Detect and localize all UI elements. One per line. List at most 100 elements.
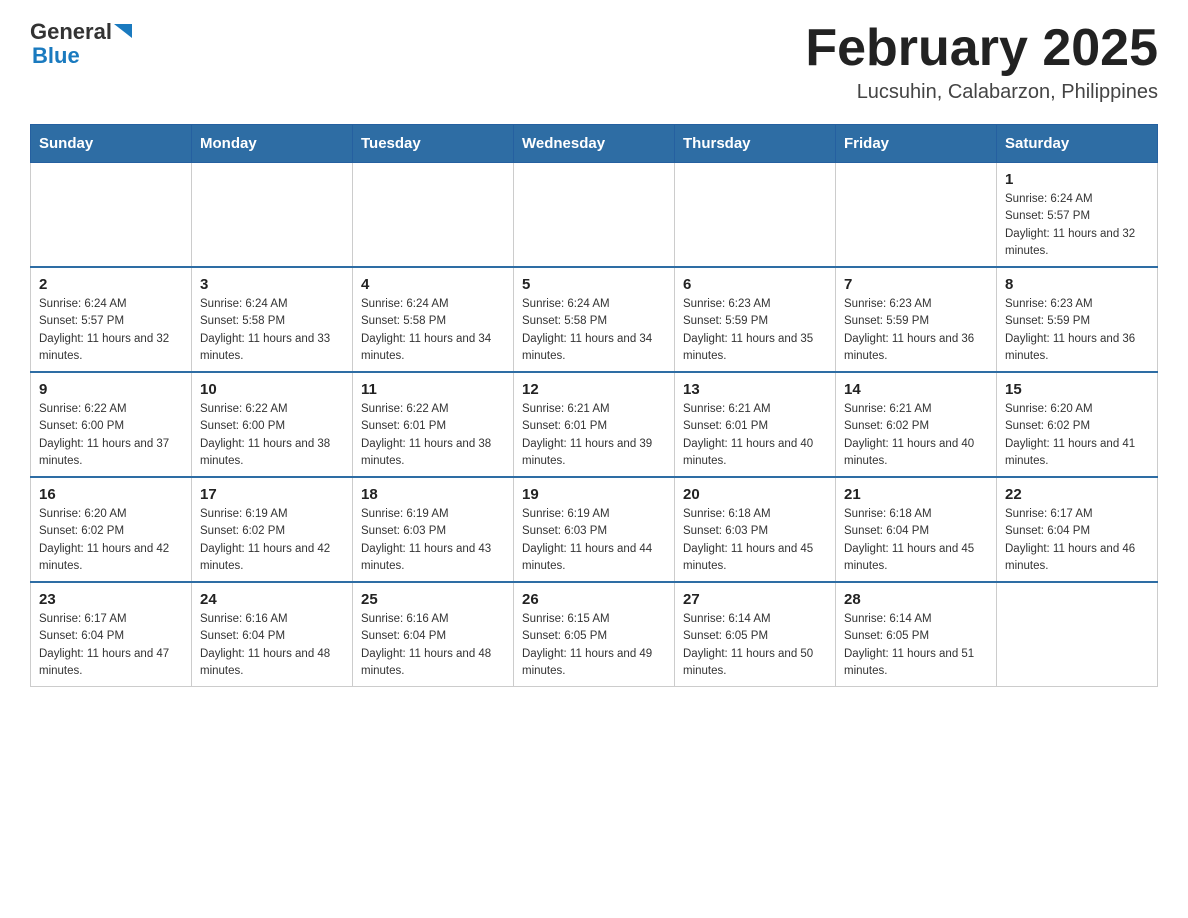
day-number: 8 (1005, 276, 1149, 293)
day-info: Sunrise: 6:20 AMSunset: 6:02 PMDaylight:… (39, 506, 183, 575)
calendar-header-row: SundayMondayTuesdayWednesdayThursdayFrid… (31, 125, 1158, 163)
day-info: Sunrise: 6:20 AMSunset: 6:02 PMDaylight:… (1005, 401, 1149, 470)
calendar-cell: 26Sunrise: 6:15 AMSunset: 6:05 PMDayligh… (514, 582, 675, 687)
calendar-week-row: 1 Sunrise: 6:24 AMSunset: 5:57 PMDaylight… (31, 163, 1158, 268)
day-info: Sunrise: 6:22 AMSunset: 6:01 PMDaylight:… (361, 401, 505, 470)
calendar-cell: 12Sunrise: 6:21 AMSunset: 6:01 PMDayligh… (514, 372, 675, 477)
calendar-cell: 14 Sunrise: 6:21 AMSunset: 6:02 PMDayligh… (836, 372, 997, 477)
day-number: 9 (39, 381, 183, 398)
day-number: 7 (844, 276, 988, 293)
day-info: Sunrise: 6:19 AMSunset: 6:02 PMDaylight:… (200, 506, 344, 575)
calendar-cell: 17 Sunrise: 6:19 AMSunset: 6:02 PMDayligh… (192, 477, 353, 582)
day-info: Sunrise: 6:24 AMSunset: 5:58 PMDaylight:… (361, 296, 505, 365)
calendar-cell: 19 Sunrise: 6:19 AMSunset: 6:03 PMDayligh… (514, 477, 675, 582)
day-info: Sunrise: 6:15 AMSunset: 6:05 PMDaylight:… (522, 611, 666, 680)
calendar-cell (997, 582, 1158, 687)
col-header-saturday: Saturday (997, 125, 1158, 163)
day-info: Sunrise: 6:21 AMSunset: 6:02 PMDaylight:… (844, 401, 988, 470)
month-title: February 2025 (805, 20, 1158, 77)
calendar-week-row: 23 Sunrise: 6:17 AMSunset: 6:04 PMDayligh… (31, 582, 1158, 687)
day-info: Sunrise: 6:24 AMSunset: 5:58 PMDaylight:… (200, 296, 344, 365)
logo-blue: Blue (32, 44, 136, 68)
day-info: Sunrise: 6:16 AMSunset: 6:04 PMDaylight:… (361, 611, 505, 680)
day-number: 21 (844, 486, 988, 503)
day-number: 10 (200, 381, 344, 398)
col-header-monday: Monday (192, 125, 353, 163)
day-number: 5 (522, 276, 666, 293)
day-info: Sunrise: 6:24 AMSunset: 5:57 PMDaylight:… (1005, 191, 1149, 260)
day-number: 17 (200, 486, 344, 503)
calendar-cell: 27 Sunrise: 6:14 AMSunset: 6:05 PMDayligh… (675, 582, 836, 687)
calendar-cell: 20Sunrise: 6:18 AMSunset: 6:03 PMDayligh… (675, 477, 836, 582)
calendar-cell: 16 Sunrise: 6:20 AMSunset: 6:02 PMDayligh… (31, 477, 192, 582)
calendar-cell: 4 Sunrise: 6:24 AMSunset: 5:58 PMDaylight… (353, 267, 514, 372)
day-info: Sunrise: 6:24 AMSunset: 5:58 PMDaylight:… (522, 296, 666, 365)
day-info: Sunrise: 6:23 AMSunset: 5:59 PMDaylight:… (844, 296, 988, 365)
day-info: Sunrise: 6:18 AMSunset: 6:03 PMDaylight:… (683, 506, 827, 575)
day-info: Sunrise: 6:21 AMSunset: 6:01 PMDaylight:… (683, 401, 827, 470)
day-number: 18 (361, 486, 505, 503)
calendar-cell: 6 Sunrise: 6:23 AMSunset: 5:59 PMDaylight… (675, 267, 836, 372)
day-number: 23 (39, 591, 183, 608)
calendar-table: SundayMondayTuesdayWednesdayThursdayFrid… (30, 124, 1158, 687)
day-info: Sunrise: 6:23 AMSunset: 5:59 PMDaylight:… (683, 296, 827, 365)
day-info: Sunrise: 6:17 AMSunset: 6:04 PMDaylight:… (39, 611, 183, 680)
calendar-cell: 28 Sunrise: 6:14 AMSunset: 6:05 PMDayligh… (836, 582, 997, 687)
day-number: 15 (1005, 381, 1149, 398)
calendar-cell: 1 Sunrise: 6:24 AMSunset: 5:57 PMDaylight… (997, 163, 1158, 268)
day-number: 14 (844, 381, 988, 398)
calendar-cell: 8 Sunrise: 6:23 AMSunset: 5:59 PMDaylight… (997, 267, 1158, 372)
day-number: 27 (683, 591, 827, 608)
calendar-cell (353, 163, 514, 268)
day-number: 1 (1005, 171, 1149, 188)
day-info: Sunrise: 6:22 AMSunset: 6:00 PMDaylight:… (39, 401, 183, 470)
col-header-tuesday: Tuesday (353, 125, 514, 163)
day-info: Sunrise: 6:23 AMSunset: 5:59 PMDaylight:… (1005, 296, 1149, 365)
calendar-cell: 9 Sunrise: 6:22 AMSunset: 6:00 PMDaylight… (31, 372, 192, 477)
title-area: February 2025 Lucsuhin, Calabarzon, Phil… (805, 20, 1158, 104)
day-number: 19 (522, 486, 666, 503)
day-number: 4 (361, 276, 505, 293)
calendar-cell: 5 Sunrise: 6:24 AMSunset: 5:58 PMDaylight… (514, 267, 675, 372)
day-number: 13 (683, 381, 827, 398)
calendar-cell: 15 Sunrise: 6:20 AMSunset: 6:02 PMDayligh… (997, 372, 1158, 477)
calendar-cell: 25 Sunrise: 6:16 AMSunset: 6:04 PMDayligh… (353, 582, 514, 687)
day-number: 11 (361, 381, 505, 398)
logo-triangle-icon (114, 20, 136, 42)
day-info: Sunrise: 6:14 AMSunset: 6:05 PMDaylight:… (683, 611, 827, 680)
calendar-week-row: 16 Sunrise: 6:20 AMSunset: 6:02 PMDayligh… (31, 477, 1158, 582)
location-subtitle: Lucsuhin, Calabarzon, Philippines (805, 81, 1158, 104)
day-number: 6 (683, 276, 827, 293)
calendar-week-row: 9 Sunrise: 6:22 AMSunset: 6:00 PMDaylight… (31, 372, 1158, 477)
day-info: Sunrise: 6:17 AMSunset: 6:04 PMDaylight:… (1005, 506, 1149, 575)
calendar-cell (836, 163, 997, 268)
day-number: 16 (39, 486, 183, 503)
calendar-cell: 10 Sunrise: 6:22 AMSunset: 6:00 PMDayligh… (192, 372, 353, 477)
day-info: Sunrise: 6:21 AMSunset: 6:01 PMDaylight:… (522, 401, 666, 470)
calendar-cell (514, 163, 675, 268)
day-info: Sunrise: 6:22 AMSunset: 6:00 PMDaylight:… (200, 401, 344, 470)
col-header-wednesday: Wednesday (514, 125, 675, 163)
col-header-friday: Friday (836, 125, 997, 163)
calendar-cell (675, 163, 836, 268)
calendar-cell (31, 163, 192, 268)
day-number: 24 (200, 591, 344, 608)
day-info: Sunrise: 6:19 AMSunset: 6:03 PMDaylight:… (361, 506, 505, 575)
calendar-cell (192, 163, 353, 268)
day-info: Sunrise: 6:14 AMSunset: 6:05 PMDaylight:… (844, 611, 988, 680)
calendar-cell: 24 Sunrise: 6:16 AMSunset: 6:04 PMDayligh… (192, 582, 353, 687)
day-info: Sunrise: 6:24 AMSunset: 5:57 PMDaylight:… (39, 296, 183, 365)
calendar-cell: 2 Sunrise: 6:24 AMSunset: 5:57 PMDaylight… (31, 267, 192, 372)
day-number: 25 (361, 591, 505, 608)
day-number: 3 (200, 276, 344, 293)
day-number: 2 (39, 276, 183, 293)
day-info: Sunrise: 6:16 AMSunset: 6:04 PMDaylight:… (200, 611, 344, 680)
calendar-cell: 3 Sunrise: 6:24 AMSunset: 5:58 PMDaylight… (192, 267, 353, 372)
day-info: Sunrise: 6:19 AMSunset: 6:03 PMDaylight:… (522, 506, 666, 575)
calendar-cell: 18 Sunrise: 6:19 AMSunset: 6:03 PMDayligh… (353, 477, 514, 582)
day-number: 28 (844, 591, 988, 608)
page-header: General Blue February 2025 Lucsuhin, Cal… (30, 20, 1158, 104)
calendar-cell: 23 Sunrise: 6:17 AMSunset: 6:04 PMDayligh… (31, 582, 192, 687)
col-header-sunday: Sunday (31, 125, 192, 163)
day-number: 22 (1005, 486, 1149, 503)
